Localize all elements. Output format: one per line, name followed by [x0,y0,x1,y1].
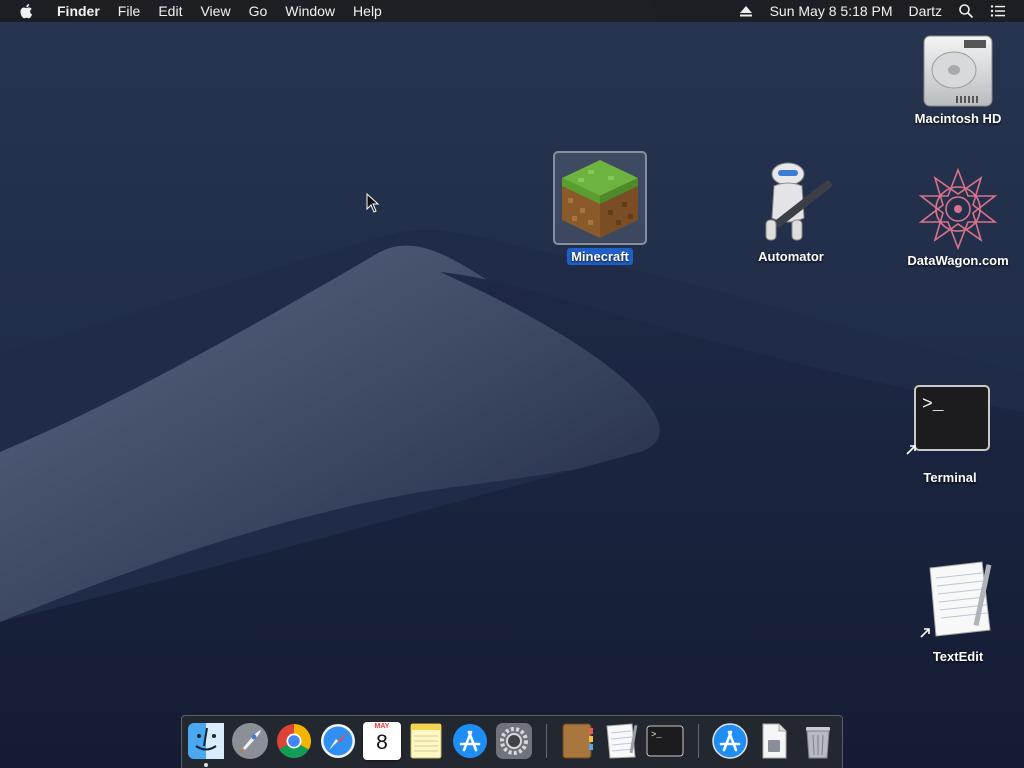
safari-compass-icon[interactable] [319,722,357,760]
running-indicator [204,763,208,767]
spotlight-search-icon[interactable] [950,3,982,19]
launchpad-rocket-icon[interactable] [231,722,269,760]
alias-arrow-icon [920,628,930,638]
svg-text:>_: >_ [651,730,662,740]
desktop-icon-terminal[interactable]: >_ Terminal [890,385,1010,487]
eject-icon[interactable] [730,3,762,19]
menu-file[interactable]: File [109,0,150,22]
textedit-icon[interactable] [602,722,640,760]
finder-icon[interactable] [187,722,225,760]
notes-icon[interactable] [407,722,445,760]
mouse-pointer-icon [366,193,380,213]
icon-label: TextEdit [932,649,984,664]
selection-frame [553,151,647,245]
menu-help[interactable]: Help [344,0,391,22]
desktop-icon-macintosh-hd[interactable]: Macintosh HD [898,30,1018,128]
desktop-icon-minecraft[interactable]: Minecraft [540,151,660,266]
icon-label: Automator [758,249,824,264]
menu-window[interactable]: Window [276,0,344,22]
icon-label: Minecraft [567,248,633,265]
downloads-app-store-icon[interactable] [711,722,749,760]
contacts-book-icon[interactable] [558,722,596,760]
minecraft-block-icon [562,160,638,238]
desktop-icon-datawagon[interactable]: DataWagon.com [898,166,1018,270]
hard-drive-icon [923,35,993,107]
menu-go[interactable]: Go [240,0,277,22]
chrome-icon[interactable] [275,722,313,760]
menu-finder[interactable]: Finder [48,0,109,22]
dock-separator [698,724,699,758]
desktop-icon-textedit[interactable]: TextEdit [898,560,1018,666]
dock-separator [546,724,547,758]
calendar-icon[interactable]: MAY 8 [363,722,401,760]
app-store-icon[interactable] [451,722,489,760]
trash-icon[interactable] [799,722,837,760]
menu-view[interactable]: View [191,0,239,22]
icon-label: Terminal [923,470,977,485]
textedit-app-icon [929,561,992,637]
automator-robot-icon [765,162,832,241]
user-name[interactable]: Dartz [901,0,950,22]
alias-arrow-icon [906,445,916,455]
menu-bar: Finder File Edit View Go Window Help Sun… [0,0,1024,22]
apple-menu-icon[interactable] [18,2,36,20]
status-menus: Sun May 8 5:18 PM Dartz [730,0,1024,22]
dock: MAY 8 >_ [181,715,843,768]
icon-label: DataWagon.com [907,253,1009,268]
system-preferences-gear-icon[interactable] [495,722,533,760]
menu-edit[interactable]: Edit [149,0,191,22]
documents-file-icon[interactable] [755,722,793,760]
desktop-icon-automator[interactable]: Automator [731,160,851,266]
terminal-icon[interactable]: >_ [646,722,684,760]
calendar-month: MAY [374,723,390,730]
datawagon-star-icon [918,167,998,251]
notification-center-icon[interactable] [982,3,1014,19]
calendar-day: 8 [376,731,388,754]
terminal-app-icon: >_ [914,385,990,451]
svg-text:>_: >_ [922,395,944,415]
clock[interactable]: Sun May 8 5:18 PM [762,0,901,22]
desktop-wallpaper [0,22,1024,768]
icon-label: Macintosh HD [914,111,1002,126]
